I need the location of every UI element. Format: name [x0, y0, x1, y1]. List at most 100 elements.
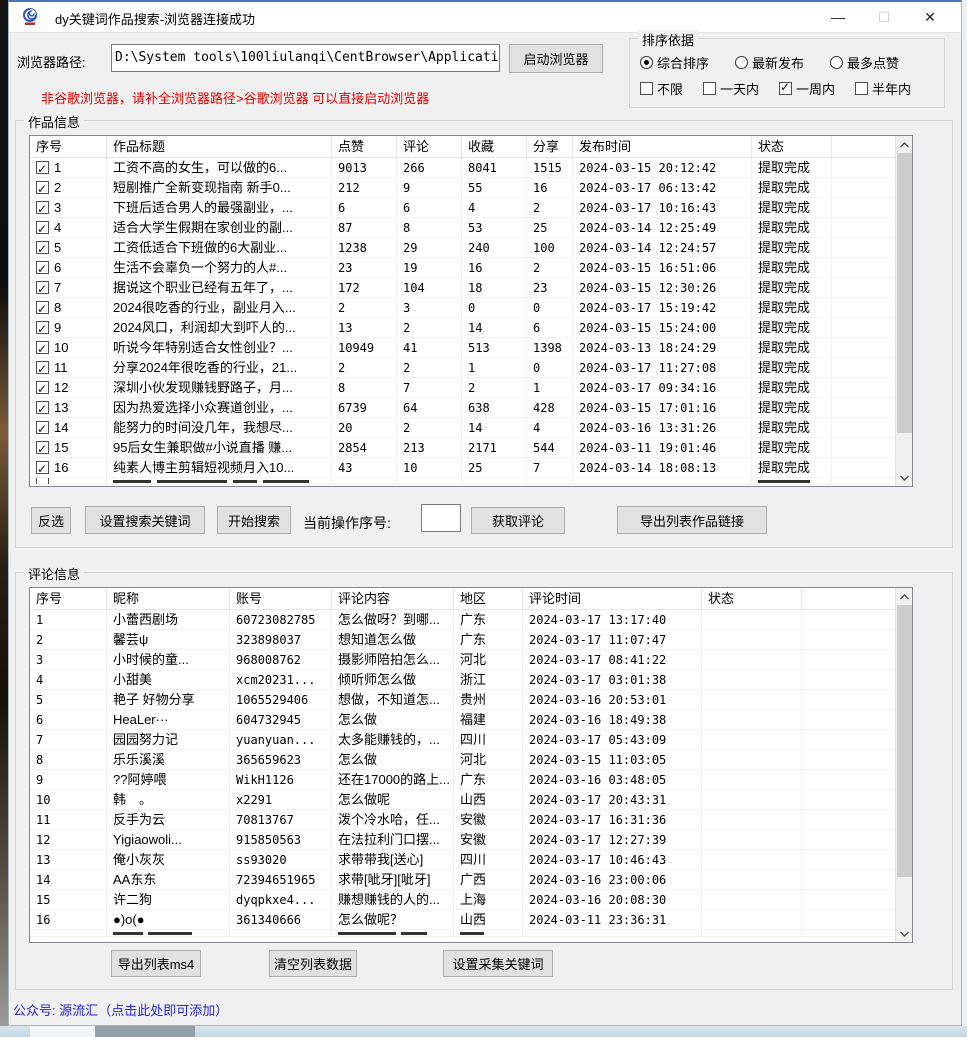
set-collect-keyword-button[interactable]: 设置采集关键词 [443, 950, 553, 977]
row-checkbox[interactable] [36, 261, 49, 274]
sort-checkbox-option[interactable]: 一周内 [779, 79, 835, 98]
column-header[interactable]: 点赞 [332, 136, 397, 157]
row-index-cell: 9 [30, 770, 107, 790]
row-checkbox[interactable] [36, 421, 49, 434]
close-button[interactable]: ✕ [907, 2, 953, 33]
minimize-button[interactable]: — [815, 2, 861, 33]
works-scrollbar-thumb[interactable] [897, 153, 912, 433]
comments-row[interactable]: 11反手为云70813767泼个冷水哈，任...安徽2024-03-17 16:… [30, 810, 897, 830]
clear-list-button[interactable]: 清空列表数据 [269, 950, 357, 977]
works-row[interactable]: 14能努力的时间没几年，我想尽...2021442024-03-16 13:31… [30, 418, 897, 438]
works-row[interactable]: 16纯素人博主剪辑短视频月入10...43102572024-03-14 18:… [30, 458, 897, 478]
column-header[interactable]: 状态 [702, 588, 802, 609]
column-header[interactable]: 评论时间 [523, 588, 702, 609]
row-checkbox[interactable] [36, 201, 49, 214]
official-account-link[interactable]: 公众号: 源流汇（点击此处即可添加） [13, 1000, 228, 1019]
sort-checkbox-option[interactable]: 不限 [640, 79, 683, 98]
column-header[interactable]: 状态 [752, 136, 832, 157]
comments-row[interactable]: 9??阿婷喂WikH1126还在17000的路上...广东2024-03-16 … [30, 770, 897, 790]
invert-selection-button[interactable]: 反选 [31, 507, 71, 534]
column-header[interactable]: 收藏 [462, 136, 527, 157]
comments-row[interactable]: 15许二狗dyqpkxe4...赚想赚钱的人的...上海2024-03-16 2… [30, 890, 897, 910]
works-row[interactable]: 13因为热爱选择小众赛道创业，...6739646384282024-03-15… [30, 398, 897, 418]
filler-cell [832, 458, 897, 478]
sort-checkbox-option[interactable]: 半年内 [855, 79, 911, 98]
launch-browser-button[interactable]: 启动浏览器 [509, 44, 603, 73]
comments-scrollbar-thumb[interactable] [897, 605, 912, 877]
works-row[interactable]: 10听说今年特别适合女性创业？...109494151313982024-03-… [30, 338, 897, 358]
column-header[interactable]: 账号 [230, 588, 332, 609]
comments-row[interactable]: 16●)o(●361340666怎么做呢？山西2024-03-11 23:36:… [30, 910, 897, 930]
column-header[interactable]: 评论 [397, 136, 462, 157]
status-cell: 提取完成 [752, 358, 832, 378]
row-checkbox[interactable] [36, 161, 49, 174]
works-row[interactable]: 1595后女生兼职做#小说直播 赚...285421321715442024-0… [30, 438, 897, 458]
column-header[interactable]: 序号 [30, 588, 107, 609]
comments-row[interactable]: 10韩 。x2291怎么做呢山西2024-03-17 20:43:31 [30, 790, 897, 810]
browser-path-input[interactable]: D:\System tools\100liulanqi\CentBrowser\… [111, 44, 500, 72]
comments-row[interactable]: 4小甜美xcm20231...倾听师怎么做浙江2024-03-17 03:01:… [30, 670, 897, 690]
export-ms4-button[interactable]: 导出列表ms4 [111, 950, 201, 977]
export-links-button[interactable]: 导出列表作品链接 [617, 506, 767, 534]
sort-radio-option[interactable]: 最多点赞 [830, 53, 899, 72]
row-checkbox[interactable] [36, 281, 49, 294]
works-row[interactable]: 4适合大学生假期在家创业的副...87853252024-03-14 12:25… [30, 218, 897, 238]
row-checkbox[interactable] [36, 341, 49, 354]
comments-row[interactable]: 14AA东东72394651965求带[呲牙][呲牙]广西2024-03-16 … [30, 870, 897, 890]
row-checkbox[interactable] [36, 361, 49, 374]
scroll-up-icon[interactable] [896, 588, 913, 605]
scroll-down-icon[interactable] [896, 925, 913, 942]
comments-row[interactable]: 5艳子 好物分享1065529406想做，不知道怎...贵州2024-03-16… [30, 690, 897, 710]
row-checkbox[interactable] [36, 401, 49, 414]
comments-row[interactable]: 2馨芸ψ323898037想知道怎么做广东2024-03-17 11:07:47 [30, 630, 897, 650]
comments-row[interactable]: 13俺小灰灰ss93020求带带我[送心]四川2024-03-17 10:46:… [30, 850, 897, 870]
works-row[interactable]: 7据说这个职业已经有五年了，...17210418232024-03-15 12… [30, 278, 897, 298]
comments-row[interactable]: 12Yigiaowoli...915850563在法拉利门口摆...安徽2024… [30, 830, 897, 850]
works-row[interactable]: 11分享2024年很吃香的行业，21...22102024-03-17 11:2… [30, 358, 897, 378]
works-row[interactable]: 6生活不会辜负一个努力的人#...23191622024-03-15 16:51… [30, 258, 897, 278]
sort-checkbox-option[interactable]: 一天内 [703, 79, 759, 98]
current-index-input[interactable] [421, 504, 461, 532]
column-header[interactable]: 地区 [454, 588, 523, 609]
nickname-cell: 小甜美 [107, 670, 230, 690]
start-search-button[interactable]: 开始搜索 [217, 506, 291, 534]
works-row[interactable]: 2短剧推广全新变现指南 新手0...212955162024-03-17 06:… [30, 178, 897, 198]
column-header[interactable]: 发布时间 [573, 136, 752, 157]
works-row[interactable]: 12深圳小伙发现赚钱野路子，月...87212024-03-17 09:34:1… [30, 378, 897, 398]
get-comments-button[interactable]: 获取评论 [471, 507, 565, 534]
row-checkbox[interactable] [36, 441, 49, 454]
scroll-up-icon[interactable] [896, 136, 913, 153]
row-checkbox[interactable] [36, 381, 49, 394]
works-row[interactable]: 82024很吃香的行业，副业月入...23002024-03-17 15:19:… [30, 298, 897, 318]
column-header[interactable]: 作品标题 [107, 136, 332, 157]
comments-row[interactable]: 3小时候的童...968008762摄影师陪拍怎么...河北2024-03-17… [30, 650, 897, 670]
row-checkbox[interactable] [36, 321, 49, 334]
column-header[interactable]: 昵称 [107, 588, 230, 609]
column-header[interactable]: 评论内容 [332, 588, 454, 609]
sort-radio-option[interactable]: 最新发布 [735, 53, 804, 72]
works-row[interactable]: 3下班后适合男人的最强副业，...66422024-03-17 10:16:43… [30, 198, 897, 218]
works-row[interactable]: 5工资低适合下班做的6大副业...1238292401002024-03-14 … [30, 238, 897, 258]
data-cell [573, 478, 752, 485]
works-row[interactable]: 1工资不高的女生，可以做的6...9013266804115152024-03-… [30, 158, 897, 178]
comments-row[interactable]: 1小蕾西剧场60723082785怎么做呀？到哪...广东2024-03-17 … [30, 610, 897, 630]
comments-row[interactable]: 7园园努力记yuanyuan...太多能赚钱的，...四川2024-03-17 … [30, 730, 897, 750]
comments-scrollbar[interactable] [895, 588, 912, 942]
comments-row[interactable]: 6HeaLer···604732945怎么做福建2024-03-16 18:49… [30, 710, 897, 730]
row-index: 13 [54, 398, 68, 418]
column-header[interactable]: 序号 [30, 136, 107, 157]
row-checkbox[interactable] [36, 221, 49, 234]
sort-radio-option[interactable]: 综合排序 [640, 53, 709, 72]
works-row[interactable]: 92024风口，利润却大到吓人的...1321462024-03-15 15:2… [30, 318, 897, 338]
row-checkbox[interactable] [36, 181, 49, 194]
column-header[interactable]: 分享 [527, 136, 573, 157]
works-scrollbar[interactable] [895, 136, 912, 486]
set-search-keyword-button[interactable]: 设置搜索关键词 [85, 506, 205, 534]
publish-time-cell: 2024-03-17 10:16:43 [573, 198, 752, 218]
row-checkbox[interactable] [36, 301, 49, 314]
filler-cell [802, 870, 897, 890]
row-checkbox[interactable] [36, 461, 49, 474]
scroll-down-icon[interactable] [896, 469, 913, 486]
comments-row[interactable]: 8乐乐溪溪365659623怎么做河北2024-03-15 11:03:05 [30, 750, 897, 770]
row-checkbox[interactable] [36, 241, 49, 254]
